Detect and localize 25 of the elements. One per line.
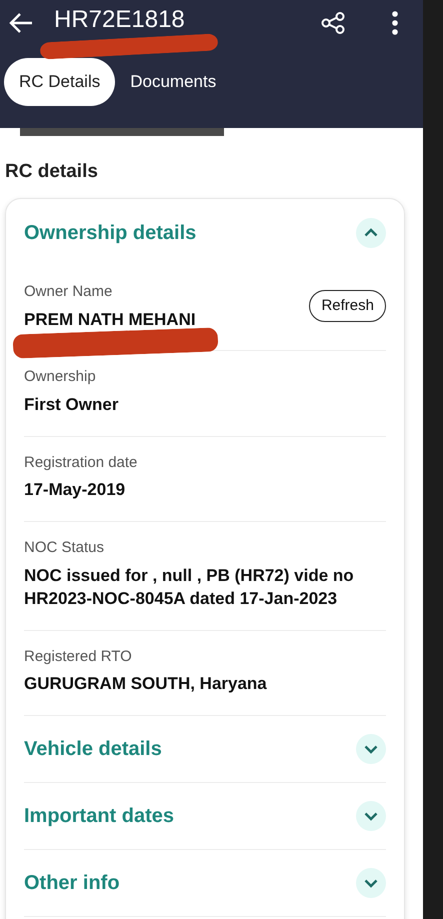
field-label: Registered RTO [24,646,133,667]
accordion-title[interactable]: Vehicle details [24,734,162,764]
section-heading: RC details [4,160,99,184]
expand-icon[interactable] [356,734,386,764]
field-label: Registration date [24,452,138,473]
field-value: PREM NATH MEHANI [24,308,197,330]
tab[interactable]: Documents [115,58,232,106]
accordion-title[interactable]: Important dates [24,801,174,832]
tab[interactable]: RC Details [4,58,116,106]
expand-icon[interactable] [356,868,386,898]
collapse-icon[interactable] [356,218,386,248]
accordion-title[interactable]: Other info [24,868,120,898]
field-value: 17-May-2019 [24,479,126,502]
field-value: GURUGRAM SOUTH, Haryana [24,673,268,696]
field-label: Ownership [24,367,97,388]
expand-icon[interactable] [356,801,386,832]
field-label: NOC Status [24,538,106,558]
accordion-title[interactable]: Ownership details [24,218,196,248]
more-menu-icon[interactable] [391,11,399,35]
field-value: NOC issued for , null , PB (HR72) vide no HR2023-NOC-8045A dated 17-Jan-2023 [24,564,355,610]
share-icon[interactable] [321,12,345,34]
field-label: Owner Name [24,282,114,302]
field-value: First Owner [24,394,120,416]
vehicle-number-title: HR72E1818 [54,5,185,35]
refresh-button[interactable]: Refresh [309,290,386,322]
